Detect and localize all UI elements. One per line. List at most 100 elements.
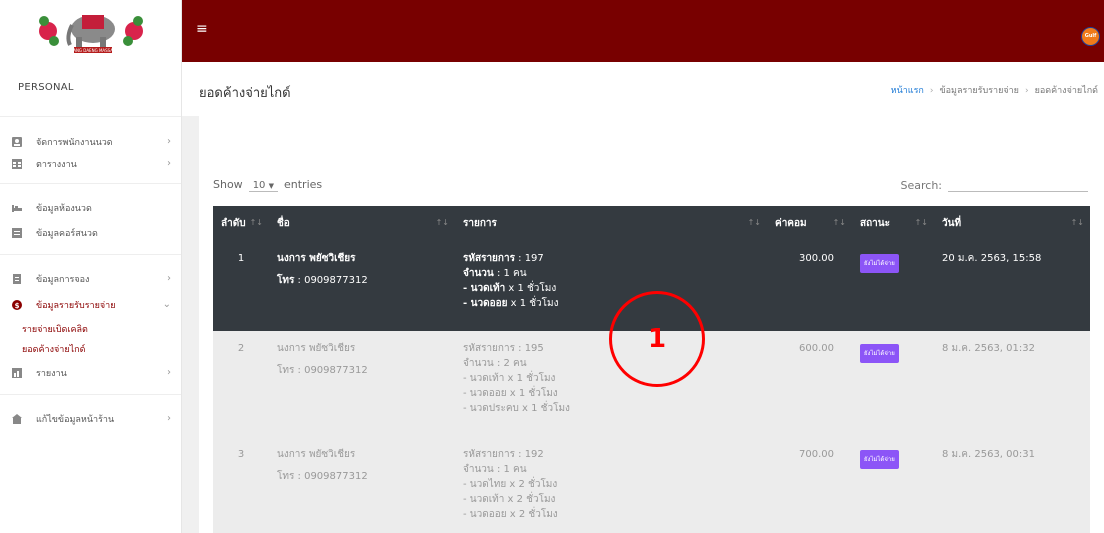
order-code: รหัสรายการ : 197 — [463, 251, 759, 266]
sidebar-item-label: ตารางงาน — [36, 160, 77, 170]
sidebar-item-report[interactable]: รายงาน › — [0, 362, 181, 384]
order-qty: จำนวน : 1 คน — [463, 266, 759, 281]
col-header-label: วันที่ — [942, 218, 962, 229]
length-control: Show 10 ▼ entries — [213, 178, 322, 192]
service-qty: x 1 ชั่วโมง — [518, 403, 570, 414]
service-qty: x 2 ชั่วโมง — [506, 509, 558, 520]
order-line: - นวดออย x 2 ชั่วโมง — [463, 507, 759, 522]
annotation-circle: 1 — [609, 291, 705, 387]
col-header-status[interactable]: สถานะ ↑↓ — [852, 206, 934, 241]
col-header-no[interactable]: ลำดับ ↑↓ — [213, 206, 269, 241]
svg-text:$: $ — [15, 302, 20, 310]
user-avatar[interactable]: Gulf — [1081, 27, 1100, 46]
order-line: - นวดออย x 1 ชั่วโมง — [463, 296, 759, 311]
cell-date: 20 ม.ค. 2563, 15:58 — [942, 253, 1042, 264]
col-header-date[interactable]: วันที่ ↑↓ — [934, 206, 1090, 241]
col-header-commission[interactable]: ค่าคอม ↑↓ — [767, 206, 852, 241]
cell-commission: 600.00 — [799, 343, 834, 354]
search-input[interactable] — [948, 178, 1088, 192]
sidebar-item-schedule[interactable]: ตารางงาน › — [0, 153, 181, 175]
order-code-value: : 197 — [518, 253, 544, 264]
chevron-right-icon: › — [167, 136, 171, 147]
guide-phone: โทร : 0909877312 — [277, 469, 447, 484]
cell-status: ยังไม่ได้จ่าย — [852, 241, 934, 331]
topbar: ≡ Gulf — [182, 0, 1104, 62]
entries-label: entries — [284, 178, 323, 191]
sidebar-item-label: แก้ไขข้อมูลหน้าร้าน — [36, 415, 115, 425]
guide-phone: โทร : 0909877312 — [277, 273, 447, 288]
sidebar-item-finance[interactable]: $ ข้อมูลรายรับรายจ่าย ⌄ — [0, 294, 181, 316]
col-header-label: รายการ — [463, 218, 497, 229]
cell-no: 3 — [237, 449, 245, 460]
chevron-down-icon: ⌄ — [162, 299, 171, 310]
guide-name: นงการ พยัซวิเชียร — [277, 343, 356, 354]
hamburger-icon[interactable]: ≡ — [196, 22, 208, 36]
sidebar-item-label: ข้อมูลการจอง — [36, 275, 90, 285]
service-qty: x 1 ชั่วโมง — [506, 388, 558, 399]
sidebar-item-shop[interactable]: แก้ไขข้อมูลหน้าร้าน › — [0, 408, 181, 430]
calendar-grid-icon — [12, 159, 22, 169]
phone-value: : 0909877312 — [297, 275, 368, 286]
phone-value: : 0909877312 — [297, 471, 368, 482]
breadcrumb-current: ยอดค้างจ่ายไกด์ — [1034, 86, 1098, 96]
sort-icon: ↑↓ — [747, 218, 761, 227]
col-header-items[interactable]: รายการ ↑↓ — [455, 206, 767, 241]
order-line: - นวดเท้า x 2 ชั่วโมง — [463, 492, 759, 507]
cell-status: ยังไม่ได้จ่าย — [852, 437, 934, 533]
order-code-value: : 192 — [518, 449, 544, 460]
service-name: - นวดเท้า — [463, 494, 505, 505]
entries-select[interactable]: 10 ▼ — [248, 180, 278, 192]
cell-name: นงการ พยัซวิเชียร โทร : 0909877312 — [269, 331, 455, 437]
guide-name: นงการ พยัซวิเชียร — [277, 449, 356, 460]
sidebar-subitem-expense[interactable]: รายจ่ายเบิดเคลิต — [0, 320, 181, 340]
table-row[interactable]: 3 นงการ พยัซวิเชียร โทร : 0909877312 รหั… — [213, 437, 1090, 533]
service-name: - นวดไทย — [463, 479, 507, 490]
sidebar-subitem-guide-outstanding[interactable]: ยอดค้างจ่ายไกด์ — [0, 340, 181, 360]
cell-name: นงการ พยัซวิเชียร โทร : 0909877312 — [269, 241, 455, 331]
elephant-logo-icon: CHANG DAENG MASSAGE — [38, 15, 143, 53]
user-card-icon — [12, 137, 22, 147]
chevron-right-icon: › — [167, 413, 171, 424]
user-label: PERSONAL — [0, 62, 181, 117]
order-qty-label: จำนวน — [463, 268, 494, 279]
sidebar-item-rooms[interactable]: ข้อมูลห้องนวด — [0, 197, 181, 219]
shop-icon — [12, 414, 22, 424]
phone-label: โทร — [277, 471, 295, 482]
entries-value: 10 — [252, 180, 266, 191]
phone-label: โทร — [277, 365, 295, 376]
sidebar-item-label: ข้อมูลรายรับรายจ่าย — [36, 301, 116, 311]
order-qty-value: : 1 คน — [496, 464, 527, 475]
sidebar-item-label: รายงาน — [36, 369, 67, 379]
cell-items: รหัสรายการ : 197 จำนวน : 1 คน - นวดเท้า … — [455, 241, 767, 331]
order-qty-value: : 2 คน — [496, 358, 527, 369]
order-code-label: รหัสรายการ — [463, 253, 515, 264]
cell-date: 8 ม.ค. 2563, 00:31 — [942, 449, 1035, 460]
breadcrumb-home[interactable]: หน้าแรก — [891, 86, 924, 96]
service-qty: x 2 ชั่วโมง — [506, 479, 558, 490]
logo[interactable]: CHANG DAENG MASSAGE — [0, 0, 181, 62]
cell-status: ยังไม่ได้จ่าย — [852, 331, 934, 437]
order-qty: จำนวน : 1 คน — [463, 462, 759, 477]
order-code-label: รหัสรายการ — [463, 343, 515, 354]
sidebar-item-booking[interactable]: ข้อมูลการจอง › — [0, 268, 181, 290]
breadcrumb-separator-icon: › — [929, 86, 934, 96]
sidebar-item-staff[interactable]: จัดการพนักงานนวด › — [0, 131, 181, 153]
status-badge: ยังไม่ได้จ่าย — [860, 450, 899, 469]
service-qty: x 1 ชั่วโมง — [504, 373, 556, 384]
sidebar-item-label: จัดการพนักงานนวด — [36, 138, 113, 148]
sidebar-item-courses[interactable]: ข้อมูลคอร์สนวด — [0, 222, 181, 244]
col-header-name[interactable]: ชื่อ ↑↓ — [269, 206, 455, 241]
logo-text: CHANG DAENG MASSAGE — [67, 48, 119, 53]
order-line: - นวดเท้า x 1 ชั่วโมง — [463, 281, 759, 296]
order-code: รหัสรายการ : 192 — [463, 447, 759, 462]
sort-icon: ↑↓ — [914, 218, 928, 227]
sort-icon: ↑↓ — [435, 218, 449, 227]
page-title: ยอดค้างจ่ายไกด์ — [199, 86, 291, 101]
cell-items: รหัสรายการ : 192 จำนวน : 1 คน - นวดไทย x… — [455, 437, 767, 533]
guide-name: นงการ พยัซวิเชียร — [277, 253, 356, 264]
order-qty: จำนวน : 2 คน — [463, 356, 759, 371]
breadcrumb-item[interactable]: ข้อมูลรายรับรายจ่าย — [939, 86, 1018, 96]
table-header-row: ลำดับ ↑↓ ชื่อ ↑↓ รายการ ↑↓ ค่าคอม ↑↓ สถานะ ↑↓… — [213, 206, 1090, 241]
order-line: - นวดออย x 1 ชั่วโมง — [463, 386, 759, 401]
col-header-label: ชื่อ — [277, 218, 290, 229]
